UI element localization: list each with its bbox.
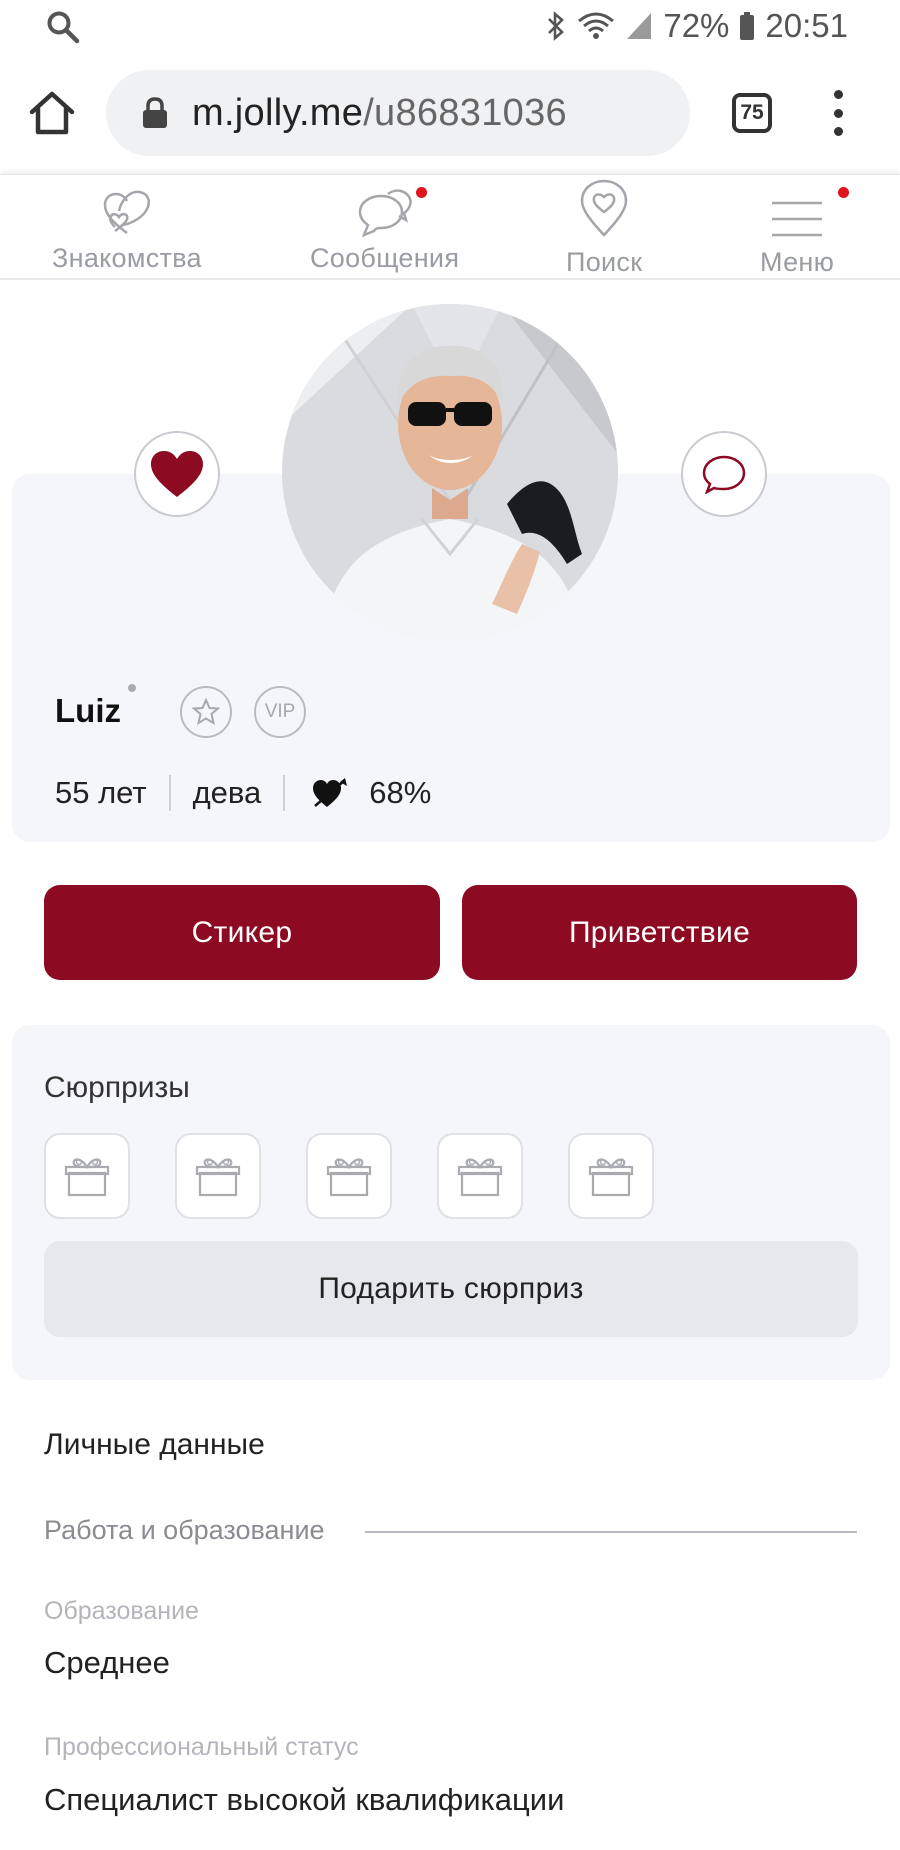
surprises-title: Сюрпризы [44, 1071, 190, 1104]
chat-bubbles-icon [358, 189, 412, 238]
gift-slot[interactable] [44, 1133, 130, 1219]
location-heart-icon [580, 179, 628, 237]
nav-label: Знакомства [52, 243, 202, 273]
education-value: Среднее [44, 1645, 170, 1680]
give-surprise-button[interactable]: Подарить сюрприз [44, 1241, 858, 1337]
nav-item-search[interactable]: Поиск [566, 175, 642, 279]
age: 55 лет [55, 775, 147, 810]
personal-data-title: Личные данные [44, 1428, 265, 1461]
favorite-badge[interactable] [180, 686, 232, 738]
star-icon [192, 698, 220, 726]
nav-label: Сообщения [310, 243, 460, 273]
battery-percent: 72% [663, 7, 730, 44]
nav-item-dating[interactable]: Знакомства [52, 175, 202, 279]
kebab-dot [833, 90, 843, 99]
user-name: Luiz [55, 692, 121, 729]
work-education-heading: Работа и образование [44, 1515, 325, 1545]
surprises-card: Сюрпризы Подарить сюрприз [12, 1025, 890, 1380]
avatar[interactable] [282, 304, 618, 640]
nav-item-messages[interactable]: Сообщения [310, 175, 459, 279]
online-status-dot [128, 684, 136, 692]
gift-icon [457, 1158, 503, 1197]
chat-button[interactable] [681, 431, 767, 517]
divider [365, 1531, 857, 1533]
bluetooth-icon [548, 11, 565, 41]
tab-count: 75 [740, 101, 764, 124]
vip-label: VIP [264, 701, 296, 722]
url-text: m.jolly.me/u86831036 [192, 92, 567, 135]
professional-status-value: Специалист высокой квалификации [44, 1782, 565, 1817]
vip-badge[interactable]: VIP [254, 686, 306, 738]
app-nav: Знакомства Сообщения Поиск Меню [0, 174, 900, 280]
education-label: Образование [44, 1597, 199, 1625]
search-icon [47, 11, 80, 44]
professional-status-label: Профессиональный статус [44, 1733, 359, 1761]
separator [283, 775, 286, 811]
notification-dot [415, 187, 427, 198]
hearts-icon [103, 190, 150, 234]
chat-bubble-icon [702, 455, 746, 494]
gift-icon [588, 1158, 634, 1197]
browser-toolbar: m.jolly.me/u86831036 75 [0, 60, 900, 170]
zodiac-sign: дева [192, 775, 262, 810]
address-bar[interactable]: m.jolly.me/u86831036 [106, 70, 690, 156]
greeting-button[interactable]: Приветствие [462, 885, 857, 980]
hamburger-icon [772, 201, 823, 237]
nav-label: Меню [760, 247, 835, 277]
notification-dot [838, 187, 850, 198]
url-path: /u86831036 [363, 91, 567, 134]
match-percent: 68% [369, 775, 432, 810]
profile-info-row: 55 лет дева 68% [55, 770, 431, 816]
gift-slot[interactable] [437, 1133, 523, 1219]
lock-icon [143, 97, 167, 128]
give-surprise-label: Подарить сюрприз [318, 1272, 584, 1305]
url-host: m.jolly.me [192, 91, 364, 134]
kebab-dot [833, 108, 843, 118]
like-button[interactable] [134, 431, 220, 517]
profile-photo [282, 304, 618, 640]
greeting-label: Приветствие [568, 915, 751, 949]
gift-slot[interactable] [306, 1133, 392, 1219]
gift-icon [64, 1158, 110, 1197]
wifi-icon [578, 12, 615, 39]
gift-icon [195, 1158, 241, 1197]
sticker-label: Стикер [191, 915, 293, 949]
gift-slot[interactable] [568, 1133, 654, 1219]
status-bar: 72% 20:51 [0, 0, 900, 52]
nav-item-menu[interactable]: Меню [760, 175, 850, 279]
sticker-button[interactable]: Стикер [44, 885, 440, 980]
gift-slot[interactable] [175, 1133, 261, 1219]
nav-label: Поиск [566, 247, 643, 277]
home-icon[interactable] [28, 90, 76, 136]
tab-switcher-button[interactable]: 75 [732, 93, 772, 133]
browser-menu-button[interactable] [826, 90, 850, 136]
clock: 20:51 [765, 7, 848, 44]
signal-icon [627, 13, 652, 39]
separator [168, 775, 171, 811]
gift-icon [326, 1158, 372, 1197]
kebab-dot [833, 127, 843, 136]
battery-icon [740, 12, 755, 40]
heart-arrow-icon [313, 778, 348, 807]
heart-icon [151, 451, 203, 497]
